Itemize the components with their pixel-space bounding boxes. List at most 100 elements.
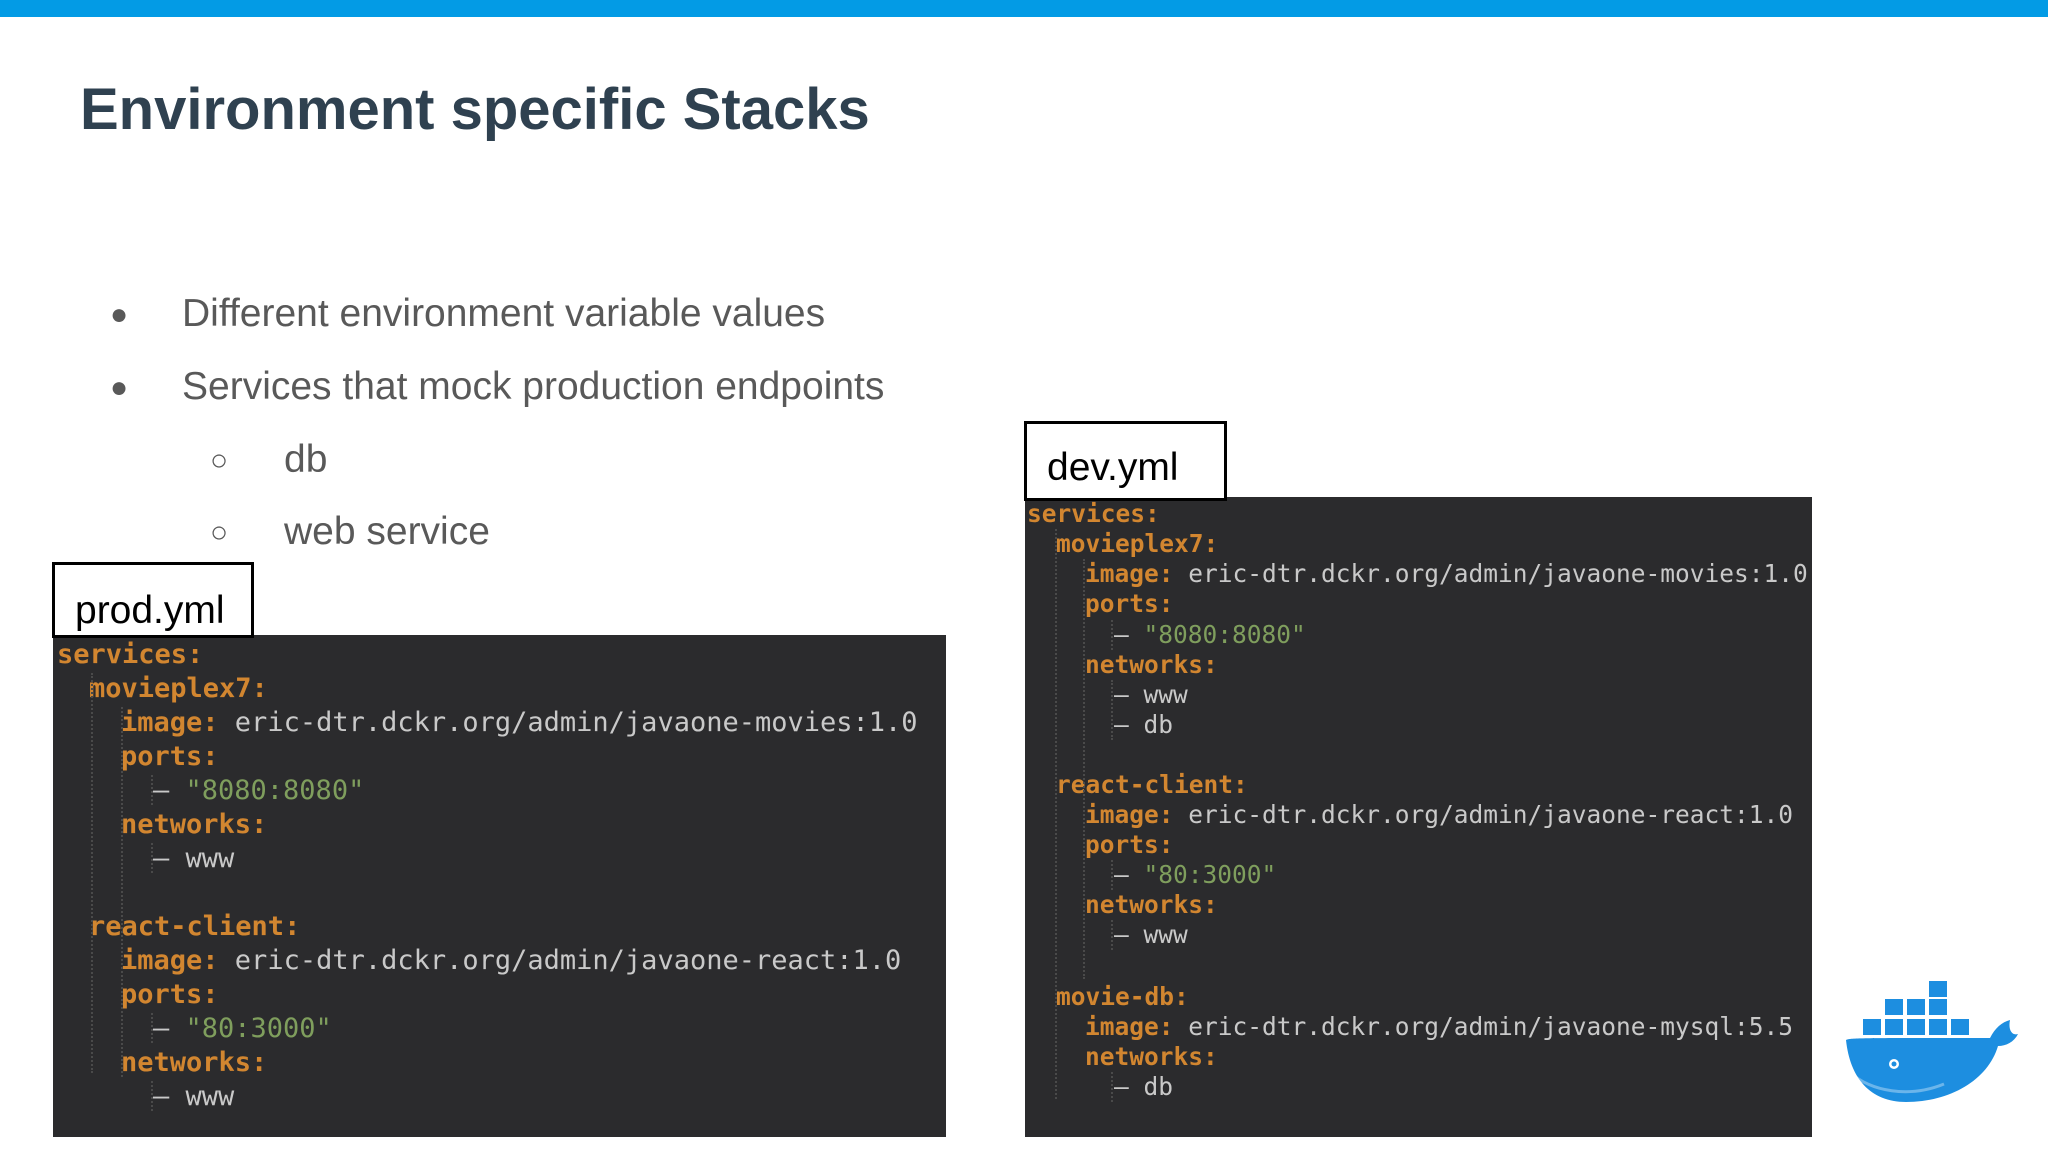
yaml-dash: –: [1114, 1072, 1144, 1101]
sub-bullet-text: db: [284, 438, 328, 481]
indent-guide: [1111, 860, 1113, 890]
yaml-dash: –: [1114, 710, 1144, 739]
bullet-marker: ●: [110, 298, 129, 331]
indent-guide: [121, 707, 123, 1077]
yaml-key: ports:: [1085, 589, 1174, 618]
bullet-text: Different environment variable values: [182, 292, 826, 335]
yaml-key: networks:: [121, 809, 268, 840]
indent-guide: [1111, 1072, 1113, 1102]
code-line: ports:: [1085, 830, 1174, 859]
code-line: – "8080:8080": [153, 775, 364, 806]
prod-yml-label: prod.yml: [52, 562, 254, 638]
prod-yml-code-panel: services: movieplex7: image: eric-dtr.dckr…: [53, 635, 946, 1137]
yaml-key: movieplex7:: [89, 673, 268, 704]
yaml-value: eric-dtr.dckr.org/admin/javaone-react:1.…: [1173, 800, 1794, 829]
yaml-key: ports:: [1085, 830, 1174, 859]
code-line: services:: [57, 639, 203, 670]
slide-title: Environment specific Stacks: [80, 77, 870, 142]
yaml-value: www: [1143, 920, 1188, 949]
code-line: image: eric-dtr.dckr.org/admin/javaone-m…: [121, 707, 918, 738]
yaml-value: www: [185, 843, 235, 874]
top-accent-bar: [0, 0, 2048, 17]
yaml-value: eric-dtr.dckr.org/admin/javaone-react:1.…: [218, 945, 902, 976]
indent-guide: [1111, 920, 1113, 950]
code-line: image: eric-dtr.dckr.org/admin/javaone-r…: [1085, 800, 1793, 829]
yaml-key: image:: [1085, 800, 1174, 829]
yaml-dash: –: [153, 775, 186, 806]
code-line: movie-db:: [1056, 982, 1189, 1011]
indent-guide: [1055, 529, 1057, 1099]
yaml-dash: –: [153, 1013, 186, 1044]
yaml-dash: –: [1114, 860, 1144, 889]
indent-guide: [1111, 680, 1113, 740]
yaml-key: image:: [121, 707, 219, 738]
code-line: – "8080:8080": [1114, 620, 1306, 649]
code-line: movieplex7:: [1056, 529, 1218, 558]
yaml-key: image:: [121, 945, 219, 976]
indent-guide: [151, 1013, 153, 1043]
code-line: networks:: [1085, 1042, 1218, 1071]
code-line: movieplex7:: [89, 673, 268, 704]
bullet-text: Services that mock production endpoints: [182, 365, 885, 408]
code-line: – www: [153, 843, 234, 874]
dev-yml-label: dev.yml: [1024, 421, 1227, 501]
code-line: image: eric-dtr.dckr.org/admin/javaone-m…: [1085, 1012, 1793, 1041]
code-line: networks:: [121, 809, 267, 840]
yaml-value: eric-dtr.dckr.org/admin/javaone-movies:1…: [218, 707, 918, 738]
code-line: services:: [1027, 499, 1160, 528]
indent-guide: [91, 673, 93, 1073]
yaml-value: db: [1143, 710, 1174, 739]
code-line: – www: [1114, 680, 1188, 709]
indent-guide: [1083, 559, 1085, 979]
yaml-key: networks:: [121, 1047, 268, 1078]
docker-whale-icon: [1846, 980, 2018, 1102]
code-line: – "80:3000": [1114, 860, 1276, 889]
yaml-dash: –: [1114, 920, 1144, 949]
yaml-key: ports:: [121, 979, 219, 1010]
yaml-key: movieplex7:: [1056, 529, 1219, 558]
yaml-key: movie-db:: [1056, 982, 1189, 1011]
sub-bullet-marker: ○: [210, 516, 229, 549]
code-line: image: eric-dtr.dckr.org/admin/javaone-r…: [121, 945, 901, 976]
sub-bullet-marker: ○: [210, 444, 229, 477]
code-line: – www: [153, 1081, 234, 1112]
yaml-string: "8080:8080": [1143, 620, 1306, 649]
dev-yml-code-panel: services: movieplex7: image: eric-dtr.dckr…: [1025, 497, 1812, 1137]
yaml-string: "8080:8080": [185, 775, 365, 806]
code-line: image: eric-dtr.dckr.org/admin/javaone-m…: [1085, 559, 1808, 588]
yaml-dash: –: [153, 1081, 186, 1112]
yaml-value: eric-dtr.dckr.org/admin/javaone-mysql:5.…: [1173, 1012, 1794, 1041]
sub-bullet-text: web service: [284, 510, 490, 553]
code-line: networks:: [1085, 650, 1218, 679]
yaml-value: eric-dtr.dckr.org/admin/javaone-movies:1…: [1173, 559, 1808, 588]
yaml-key: networks:: [1085, 1042, 1218, 1071]
yaml-value: www: [185, 1081, 235, 1112]
yaml-key: services:: [1027, 499, 1160, 528]
yaml-value: www: [1143, 680, 1188, 709]
yaml-key: networks:: [1085, 650, 1218, 679]
bullet-marker: ●: [110, 371, 129, 404]
indent-guide: [151, 775, 153, 805]
code-line: ports:: [1085, 589, 1174, 618]
indent-guide: [151, 1081, 153, 1111]
code-line: networks:: [1085, 890, 1218, 919]
code-line: – db: [1114, 1072, 1173, 1101]
yaml-key: ports:: [121, 741, 219, 772]
yaml-string: "80:3000": [185, 1013, 332, 1044]
code-line: – "80:3000": [153, 1013, 332, 1044]
code-line: – db: [1114, 710, 1173, 739]
code-line: ports:: [121, 979, 219, 1010]
code-line: ports:: [121, 741, 219, 772]
yaml-dash: –: [1114, 680, 1144, 709]
indent-guide: [151, 843, 153, 873]
yaml-dash: –: [1114, 620, 1144, 649]
yaml-dash: –: [153, 843, 186, 874]
yaml-key: services:: [57, 639, 204, 670]
yaml-string: "80:3000": [1143, 860, 1277, 889]
yaml-key: image:: [1085, 559, 1174, 588]
yaml-key: networks:: [1085, 890, 1218, 919]
yaml-key: image:: [1085, 1012, 1174, 1041]
yaml-value: db: [1143, 1072, 1174, 1101]
indent-guide: [1111, 620, 1113, 650]
code-line: networks:: [121, 1047, 267, 1078]
